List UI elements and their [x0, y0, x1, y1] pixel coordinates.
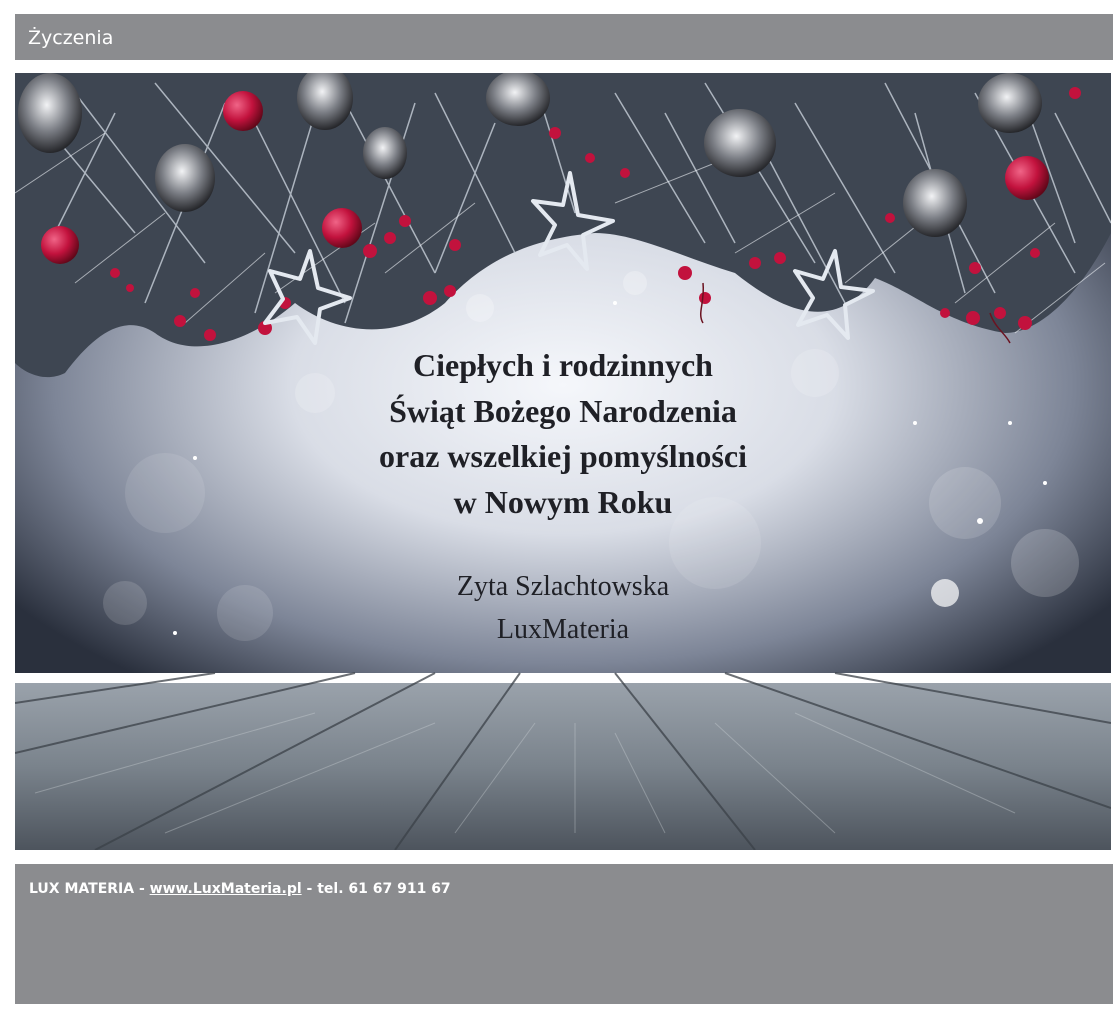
signature-name: Zyta Szlachtowska: [456, 571, 670, 602]
footer-bar: LUX MATERIA - www.LuxMateria.pl - tel. 6…: [15, 864, 1113, 1004]
greeting-line: Ciepłych i rodzinnych: [413, 347, 713, 383]
greeting-line: w Nowym Roku: [453, 483, 673, 520]
greeting-line: oraz wszelkiej pomyślności: [379, 438, 747, 474]
header-bar: Życzenia: [15, 14, 1113, 60]
footer-phone: tel. 61 67 911 67: [317, 881, 451, 897]
greeting-text: Ciepłych i rodzinnych Świąt Bożego Narod…: [15, 343, 1111, 525]
page-title: Życzenia: [28, 27, 114, 49]
footer-separator: -: [134, 881, 150, 897]
signature: Zyta Szlachtowska LuxMateria: [15, 565, 1111, 651]
footer-separator: -: [301, 881, 318, 897]
christmas-card-image: Ciepłych i rodzinnych Świąt Bożego Narod…: [15, 73, 1111, 850]
signature-company: LuxMateria: [496, 614, 630, 645]
greeting-line: Świąt Bożego Narodzenia: [389, 392, 737, 429]
footer-company: LUX MATERIA: [29, 881, 135, 897]
footer-contact: LUX MATERIA - www.LuxMateria.pl - tel. 6…: [29, 881, 451, 897]
website-link[interactable]: www.LuxMateria.pl: [150, 881, 302, 897]
